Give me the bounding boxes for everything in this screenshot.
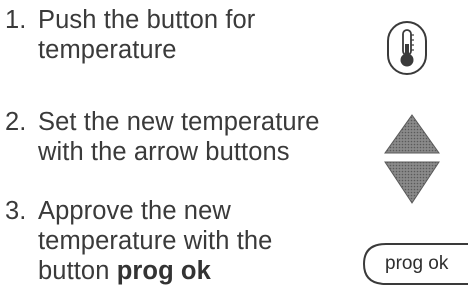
step-number: 3. bbox=[5, 197, 27, 225]
step-text: Approve the new temperature with the but… bbox=[38, 196, 272, 286]
step-text: Push the button for temperature bbox=[38, 5, 255, 65]
step-text-line: Push the button for bbox=[38, 6, 256, 34]
thermometer-button-icon bbox=[387, 21, 427, 75]
step-text-prefix: button bbox=[38, 257, 117, 285]
prog-ok-emphasis: prog ok bbox=[116, 257, 211, 285]
step-text-line: with the arrow buttons bbox=[38, 138, 290, 166]
step-text-line: Approve the new bbox=[38, 197, 231, 225]
step-number: 2. bbox=[5, 108, 27, 136]
step-number: 1. bbox=[5, 6, 27, 34]
step-text-line: button prog ok bbox=[38, 256, 272, 286]
up-down-arrows-icon bbox=[384, 114, 440, 204]
step-text-line: Set the new temperature bbox=[38, 108, 320, 136]
step-text-line: temperature bbox=[38, 36, 177, 64]
step-text: Set the new temperature with the arrow b… bbox=[38, 107, 320, 167]
step-text-line: temperature with the bbox=[38, 227, 273, 255]
prog-ok-button-label: prog ok bbox=[385, 253, 449, 274]
